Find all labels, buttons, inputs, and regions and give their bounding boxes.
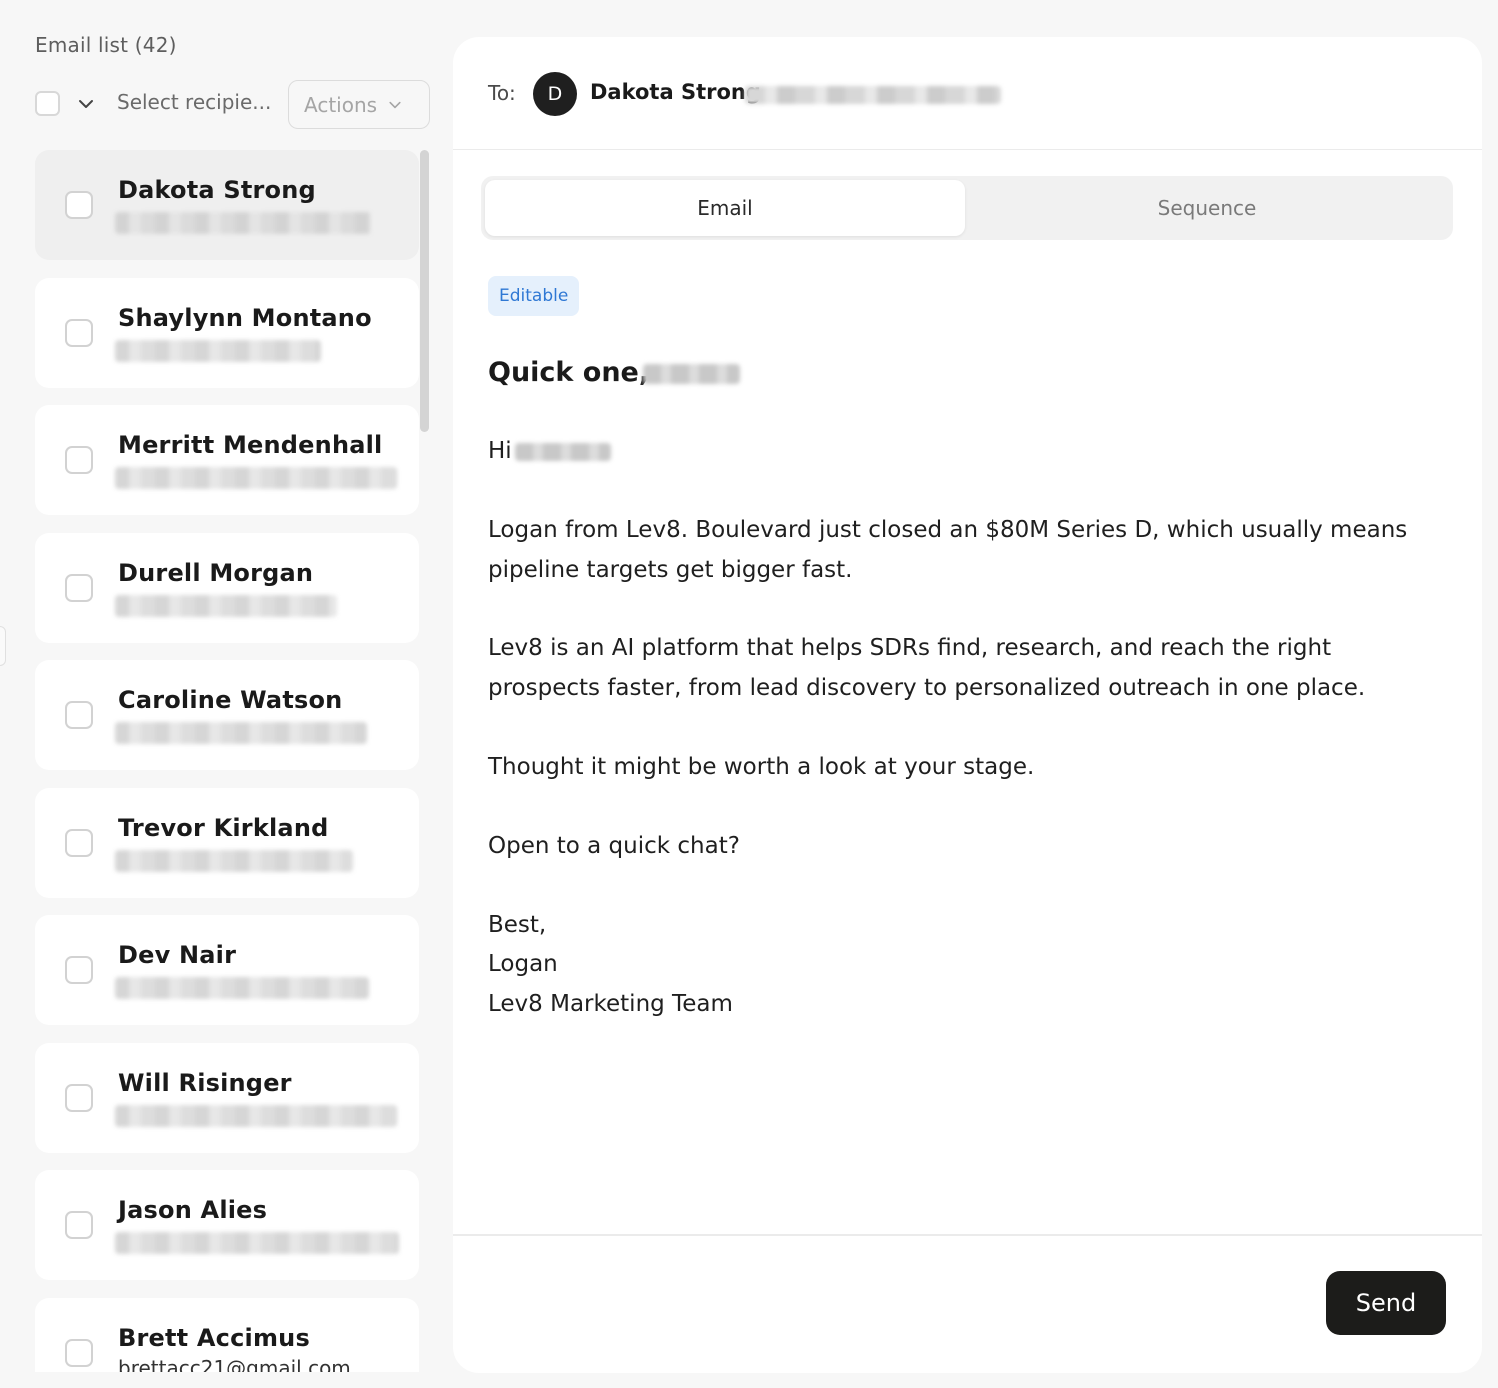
recipient-name: Dev Nair xyxy=(118,941,237,969)
recipient-checkbox[interactable] xyxy=(65,1211,93,1239)
avatar: D xyxy=(533,72,577,116)
recipient-checkbox[interactable] xyxy=(65,701,93,729)
editable-badge: Editable xyxy=(488,276,580,316)
recipient-checkbox[interactable] xyxy=(65,956,93,984)
recipient-card[interactable]: Brett Accimus brettacc21@gmail.com xyxy=(35,1298,419,1372)
recipient-checkbox[interactable] xyxy=(65,319,93,347)
recipient-checkbox[interactable] xyxy=(65,446,93,474)
recipient-list: Dakota Strong Shaylynn Montano Merritt M… xyxy=(35,150,419,1372)
recipient-card[interactable]: Caroline Watson xyxy=(35,660,419,770)
select-row: Select recipie... Actions xyxy=(35,80,430,129)
email-list-sidebar: Email list (42) Select recipie... Action… xyxy=(0,0,440,1388)
recipient-card[interactable]: Will Risinger xyxy=(35,1043,419,1153)
email-signoff[interactable]: Best, xyxy=(488,905,1448,945)
chevron-down-icon xyxy=(389,101,401,108)
recipient-checkbox[interactable] xyxy=(65,574,93,602)
actions-label: Actions xyxy=(304,92,378,117)
recipient-card[interactable]: Trevor Kirkland xyxy=(35,788,419,898)
recipient-email-redacted xyxy=(115,850,353,872)
recipient-name: Durell Morgan xyxy=(118,559,314,587)
to-label: To: xyxy=(488,81,516,105)
recipient-name: Will Risinger xyxy=(118,1069,292,1097)
email-list-title: Email list (42) xyxy=(35,33,177,57)
recipient-email-redacted xyxy=(115,1232,399,1254)
greeting-name-redacted xyxy=(515,443,611,461)
email-signature-name[interactable]: Logan xyxy=(488,944,1448,984)
recipient-email: brettacc21@gmail.com xyxy=(118,1356,351,1372)
sidebar-collapse-handle[interactable] xyxy=(0,626,6,666)
recipient-name: Jason Alies xyxy=(118,1196,268,1224)
recipient-email-redacted xyxy=(115,467,397,489)
to-recipient-name: Dakota Strong xyxy=(590,80,761,104)
recipient-card[interactable]: Dakota Strong xyxy=(35,150,419,260)
tab-email[interactable]: Email xyxy=(485,180,965,236)
recipient-email-redacted xyxy=(115,212,371,234)
recipient-email-redacted xyxy=(115,1105,397,1127)
recipient-email-redacted xyxy=(115,595,337,617)
recipient-email-redacted xyxy=(115,340,321,362)
tab-sequence[interactable]: Sequence xyxy=(967,180,1447,236)
recipient-card[interactable]: Jason Alies xyxy=(35,1170,419,1280)
recipient-name: Trevor Kirkland xyxy=(118,814,329,842)
recipient-name: Merritt Mendenhall xyxy=(118,431,383,459)
email-subject[interactable]: Quick one, xyxy=(488,357,649,388)
recipient-card[interactable]: Shaylynn Montano xyxy=(35,278,419,388)
recipient-name: Shaylynn Montano xyxy=(118,304,372,332)
send-button[interactable]: Send xyxy=(1326,1271,1446,1335)
chevron-down-icon[interactable] xyxy=(76,94,96,114)
recipient-list-scrollbar[interactable] xyxy=(420,150,429,432)
recipient-email-redacted xyxy=(115,977,369,999)
email-paragraph-2[interactable]: Lev8 is an AI platform that helps SDRs f… xyxy=(488,628,1448,708)
recipient-name: Caroline Watson xyxy=(118,686,343,714)
recipient-checkbox[interactable] xyxy=(65,1339,93,1367)
composer-footer-divider xyxy=(453,1234,1482,1236)
email-paragraph-3[interactable]: Thought it might be worth a look at your… xyxy=(488,747,1448,787)
actions-dropdown[interactable]: Actions xyxy=(288,80,430,129)
recipient-name: Brett Accimus xyxy=(118,1324,310,1352)
recipient-card[interactable]: Dev Nair xyxy=(35,915,419,1025)
to-row: To: D Dakota Strong xyxy=(453,37,1482,150)
email-composer: To: D Dakota Strong Email Sequence Edita… xyxy=(453,37,1482,1373)
select-all-checkbox[interactable] xyxy=(35,91,60,116)
email-paragraph-1[interactable]: Logan from Lev8. Boulevard just closed a… xyxy=(488,510,1448,590)
recipient-card[interactable]: Durell Morgan xyxy=(35,533,419,643)
subject-name-redacted xyxy=(643,364,740,384)
recipient-email-redacted xyxy=(115,722,367,744)
recipient-card[interactable]: Merritt Mendenhall xyxy=(35,405,419,515)
email-signature-team[interactable]: Lev8 Marketing Team xyxy=(488,984,1448,1024)
recipient-checkbox[interactable] xyxy=(65,829,93,857)
recipient-name: Dakota Strong xyxy=(118,176,316,204)
composer-tabs: Email Sequence xyxy=(481,176,1453,240)
email-greeting[interactable]: Hi xyxy=(488,431,1448,471)
email-paragraph-4[interactable]: Open to a quick chat? xyxy=(488,826,1448,866)
to-recipient-email-redacted xyxy=(745,86,1001,104)
recipient-checkbox[interactable] xyxy=(65,1084,93,1112)
select-recipients-label[interactable]: Select recipie... xyxy=(117,90,271,114)
recipient-checkbox[interactable] xyxy=(65,191,93,219)
